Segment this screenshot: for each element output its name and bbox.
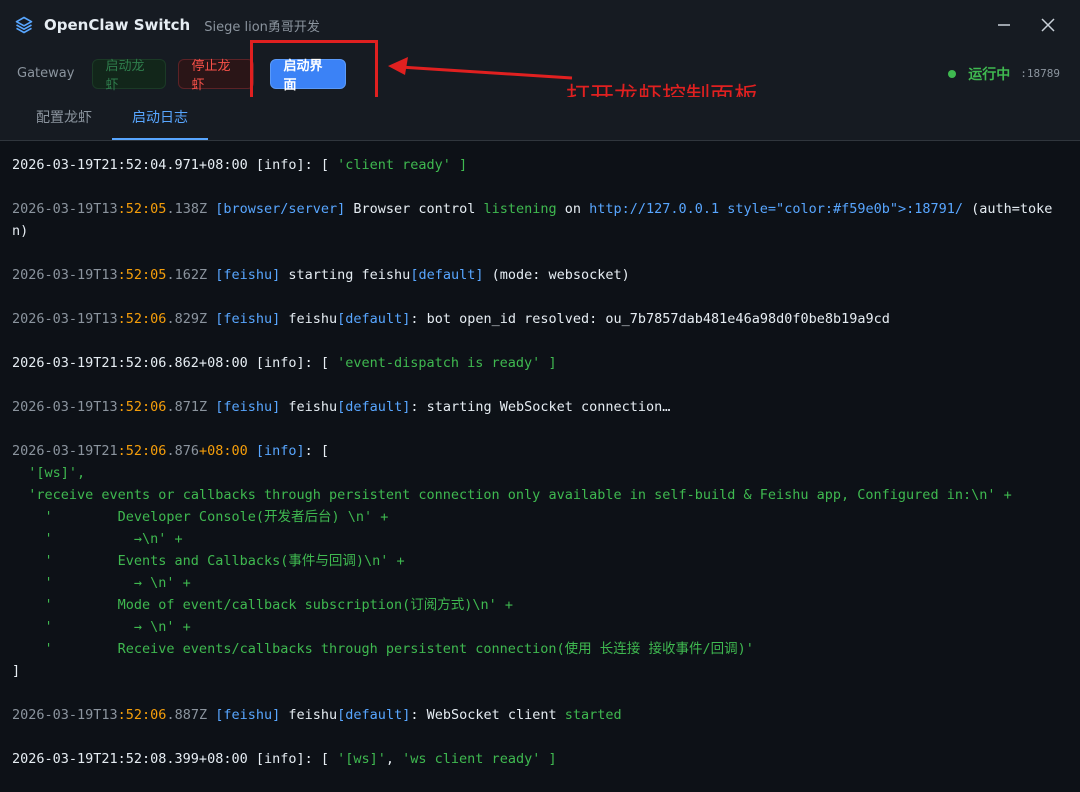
log-entry: 2026-03-19T13:52:06.829Z [feishu] feishu… [12, 311, 890, 327]
tab-bar: 配置龙虾 启动日志 [0, 97, 1080, 141]
log-entry: 2026-03-19T21:52:06.876+08:00 [info]: [ … [12, 443, 1012, 679]
title-bar[interactable]: OpenClaw Switch Siege lion勇哥开发 [0, 0, 1080, 50]
tab-config-lobster[interactable]: 配置龙虾 [16, 96, 112, 140]
app-window: OpenClaw Switch Siege lion勇哥开发 Gateway 启… [0, 0, 1080, 792]
close-button[interactable] [1026, 0, 1070, 50]
status-dot-icon [948, 69, 957, 78]
minimize-button[interactable] [982, 0, 1026, 50]
log-output[interactable]: 2026-03-19T21:52:04.971+08:00 [info]: [ … [0, 142, 1080, 792]
log-entry: 2026-03-19T21:52:04.971+08:00 [info]: [ … [12, 157, 468, 173]
close-icon [1041, 18, 1055, 32]
tab-startup-log[interactable]: 启动日志 [112, 96, 208, 140]
window-controls [982, 0, 1080, 50]
status-indicator: 运行中 :18789 [948, 64, 1060, 84]
log-entry: 2026-03-19T21:52:06.862+08:00 [info]: [ … [12, 355, 557, 371]
log-link[interactable]: http://127.0.0.1 style="color:#f59e0b">:… [589, 201, 963, 217]
log-entry: 2026-03-19T13:52:06.871Z [feishu] feishu… [12, 399, 671, 415]
annotation-arrow-icon [388, 57, 573, 80]
app-title: OpenClaw Switch [44, 16, 191, 34]
layers-logo-icon [14, 15, 34, 35]
stop-lobster-button[interactable]: 停止龙虾 [178, 58, 255, 93]
log-entry: 2026-03-19T13:52:05.138Z [browser/server… [12, 201, 1053, 239]
start-lobster-button[interactable]: 启动龙虾 [92, 58, 167, 93]
log-entry: 2026-03-19T13:52:06.887Z [feishu] feishu… [12, 707, 622, 723]
status-text: 运行中 [968, 66, 1011, 83]
status-port: :18789 [1020, 67, 1060, 80]
open-ui-button[interactable]: 启动界面 [270, 58, 347, 93]
log-entry: 2026-03-19T13:52:05.162Z [feishu] starti… [12, 267, 630, 283]
minimize-icon [998, 24, 1010, 26]
app-subtitle: Siege lion勇哥开发 [204, 19, 320, 35]
log-entry: 2026-03-19T21:52:08.399+08:00 [info]: [ … [12, 751, 557, 767]
gateway-label: Gateway [17, 66, 75, 81]
